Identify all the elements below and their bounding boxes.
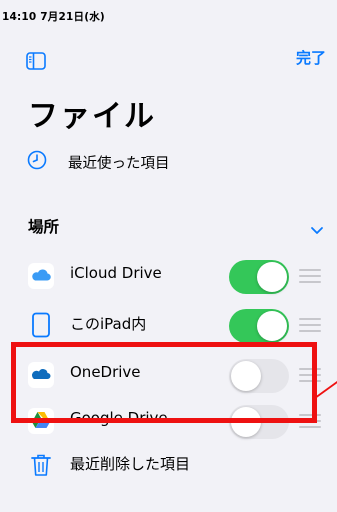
recents-label: 最近使った項目	[68, 155, 170, 172]
status-bar-time: 14:10 7月21日(水)	[2, 9, 105, 24]
drag-handle-icon[interactable]	[299, 269, 321, 283]
drag-handle-icon[interactable]	[299, 318, 321, 332]
recently-deleted-label: 最近削除した項目	[70, 455, 191, 473]
status-time: 14:10	[2, 11, 37, 23]
trash-icon	[28, 452, 54, 478]
icloud-icon	[28, 263, 54, 289]
toggle-switch[interactable]	[229, 309, 289, 343]
highlight-annotation-box	[11, 342, 317, 423]
annotation-pointer-line	[313, 370, 337, 400]
done-button[interactable]: 完了	[296, 47, 326, 68]
status-date: 7月21日(水)	[40, 11, 105, 23]
recents-item[interactable]: 最近使った項目	[27, 148, 170, 176]
location-label: iCloud Drive	[70, 264, 162, 282]
locations-header: 場所	[28, 218, 60, 236]
location-label: このiPad内	[70, 315, 147, 333]
page-title: ファイル	[28, 99, 156, 134]
files-screen: 14:10 7月21日(水) 完了 ファイル 最近使った項目 場所 iCloud…	[0, 0, 337, 512]
sidebar-icon[interactable]	[26, 52, 46, 70]
clock-icon	[27, 150, 47, 174]
ipad-icon	[28, 312, 54, 338]
toggle-switch[interactable]	[229, 260, 289, 294]
chevron-down-icon[interactable]	[310, 221, 324, 234]
recently-deleted-item[interactable]: 最近削除した項目	[0, 440, 337, 490]
location-row-icloud-drive[interactable]: iCloud Drive	[0, 251, 337, 301]
